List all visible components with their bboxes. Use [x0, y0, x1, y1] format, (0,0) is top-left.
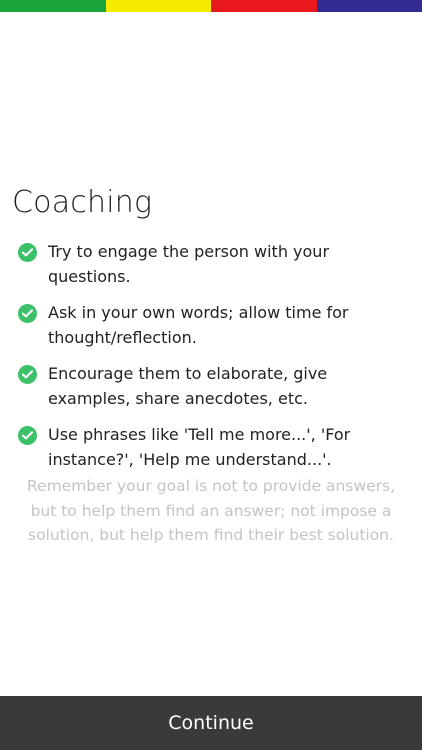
check-circle-icon: [18, 243, 37, 262]
reminder-note: Remember your goal is not to provide ans…: [26, 477, 396, 544]
tip-text: Try to engage the person with your quest…: [48, 242, 330, 286]
tip-item: Encourage them to elaborate, give exampl…: [18, 362, 410, 411]
check-circle-icon: [18, 426, 37, 445]
color-strip-blue: [316, 0, 422, 12]
color-strip-green: [0, 0, 106, 12]
continue-button[interactable]: Continue: [0, 696, 422, 750]
page-title: Coaching: [12, 185, 153, 220]
tip-item: Use phrases like 'Tell me more...', 'For…: [18, 423, 410, 472]
check-circle-icon: [18, 365, 37, 384]
color-strip: [0, 0, 422, 12]
check-circle-icon: [18, 304, 37, 323]
color-strip-yellow: [105, 0, 211, 12]
tip-text: Encourage them to elaborate, give exampl…: [48, 364, 328, 408]
tip-item: Ask in your own words; allow time for th…: [18, 301, 410, 350]
tip-item: Try to engage the person with your quest…: [18, 240, 410, 289]
tip-text: Use phrases like 'Tell me more...', 'For…: [48, 425, 351, 469]
coaching-screen: Coaching Try to engage the person with y…: [0, 0, 422, 750]
tips-list: Try to engage the person with your quest…: [18, 240, 410, 484]
tip-text: Ask in your own words; allow time for th…: [48, 303, 349, 347]
color-strip-red: [211, 0, 317, 12]
